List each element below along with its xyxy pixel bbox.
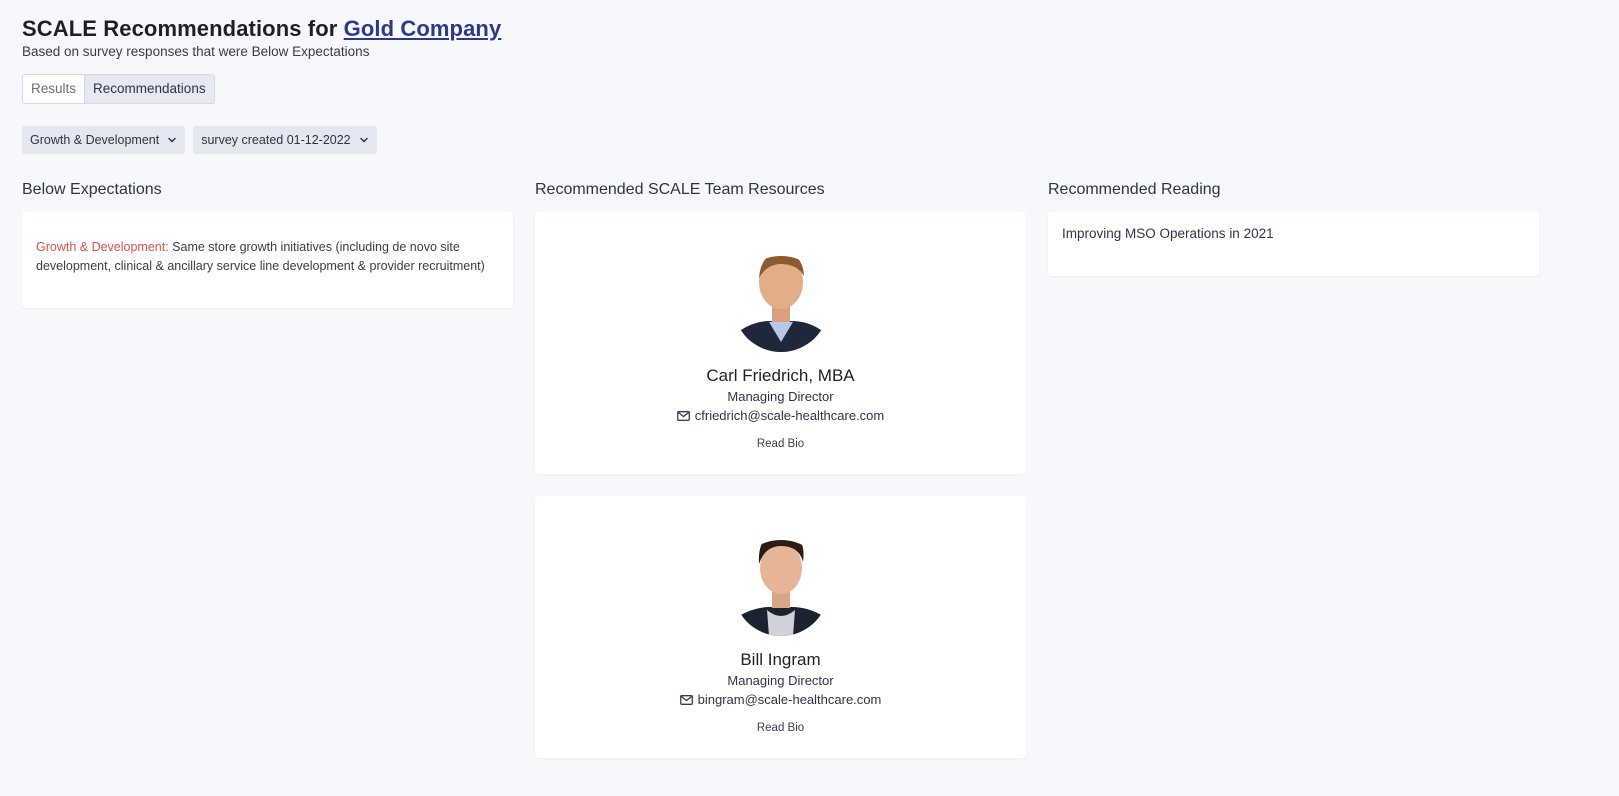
person-photo-avatar bbox=[732, 256, 829, 352]
person-email-link[interactable]: cfriedrich@scale-healthcare.com bbox=[676, 407, 885, 424]
read-bio-link[interactable]: Read Bio bbox=[535, 437, 1026, 451]
page-subtitle: Based on survey responses that were Belo… bbox=[22, 44, 370, 59]
company-link[interactable]: Gold Company bbox=[344, 16, 502, 41]
chevron-down-icon bbox=[359, 137, 368, 143]
read-bio-link[interactable]: Read Bio bbox=[535, 721, 1026, 735]
mail-icon bbox=[676, 410, 690, 421]
below-category-label: Growth & Development: bbox=[36, 240, 169, 254]
page: SCALE Recommendations for Gold Company B… bbox=[0, 0, 1619, 796]
view-tabs: Results Recommendations bbox=[22, 74, 215, 104]
category-filter-label: Growth & Development bbox=[30, 133, 160, 147]
chevron-down-icon bbox=[168, 137, 176, 143]
category-filter-dropdown[interactable]: Growth & Development bbox=[22, 126, 186, 154]
tab-results[interactable]: Results bbox=[23, 75, 84, 103]
person-photo-avatar bbox=[732, 540, 829, 636]
person-name: Bill Ingram bbox=[740, 650, 821, 669]
resources-column: Recommended SCALE Team Resources Carl Fr… bbox=[535, 180, 1026, 780]
person-role: Managing Director bbox=[727, 673, 834, 688]
reading-heading: Recommended Reading bbox=[1048, 181, 1221, 198]
person-name: Carl Friedrich, MBA bbox=[706, 366, 855, 385]
person-email-link[interactable]: bingram@scale-healthcare.com bbox=[679, 691, 882, 708]
resources-heading: Recommended SCALE Team Resources bbox=[535, 181, 825, 198]
page-title-prefix: SCALE Recommendations for bbox=[22, 16, 344, 41]
person-email: bingram@scale-healthcare.com bbox=[697, 692, 882, 707]
tab-recommendations[interactable]: Recommendations bbox=[84, 75, 214, 103]
filter-bar: Growth & Development survey created 01-1… bbox=[22, 126, 1597, 154]
page-title: SCALE Recommendations for Gold Company bbox=[22, 14, 1597, 44]
below-expectations-heading: Below Expectations bbox=[22, 181, 162, 198]
reading-card: Improving MSO Operations in 2021 bbox=[1048, 212, 1539, 276]
reading-column: Recommended Reading Improving MSO Operat… bbox=[1048, 180, 1539, 780]
person-card: Bill Ingram Managing Director bingram@sc… bbox=[535, 496, 1026, 758]
below-expectations-column: Below Expectations Growth & Development:… bbox=[22, 180, 513, 780]
survey-filter-dropdown[interactable]: survey created 01-12-2022 bbox=[193, 126, 377, 154]
person-role: Managing Director bbox=[727, 389, 834, 404]
survey-filter-label: survey created 01-12-2022 bbox=[201, 133, 351, 147]
person-email: cfriedrich@scale-healthcare.com bbox=[694, 408, 885, 423]
person-card: Carl Friedrich, MBA Managing Director cf… bbox=[535, 212, 1026, 474]
mail-icon bbox=[679, 694, 693, 705]
reading-item-link[interactable]: Improving MSO Operations in 2021 bbox=[1062, 226, 1274, 241]
content-columns: Below Expectations Growth & Development:… bbox=[22, 180, 1597, 780]
below-expectations-card: Growth & Development: Same store growth … bbox=[22, 212, 513, 308]
